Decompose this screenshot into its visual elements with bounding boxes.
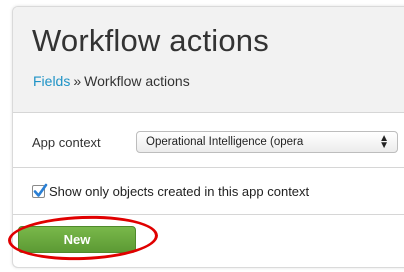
breadcrumb: Fields» Workflow actions: [33, 73, 190, 89]
filter-row: Show only objects created in this app co…: [13, 168, 404, 215]
show-only-app-objects-checkbox[interactable]: [32, 183, 48, 198]
app-context-select[interactable]: Operational Intelligence (opera ▲ ▼: [136, 131, 398, 153]
show-only-app-objects-label: Show only objects created in this app co…: [49, 184, 310, 199]
breadcrumb-fields-link[interactable]: Fields: [33, 73, 70, 89]
breadcrumb-current: Workflow actions: [84, 73, 190, 89]
app-context-selected-value: Operational Intelligence (opera: [146, 136, 304, 148]
workflow-actions-page: Workflow actions Fields» Workflow actions…: [0, 0, 404, 272]
new-button[interactable]: New: [18, 226, 136, 253]
page-header: Workflow actions Fields» Workflow actions: [13, 7, 404, 113]
page-title: Workflow actions: [32, 23, 269, 58]
checkmark-icon: [33, 183, 48, 197]
breadcrumb-separator: »: [73, 73, 82, 89]
app-context-label: App context: [32, 135, 101, 150]
app-context-row: App context Operational Intelligence (op…: [13, 113, 404, 168]
up-down-arrows-icon: ▲ ▼: [379, 133, 389, 151]
